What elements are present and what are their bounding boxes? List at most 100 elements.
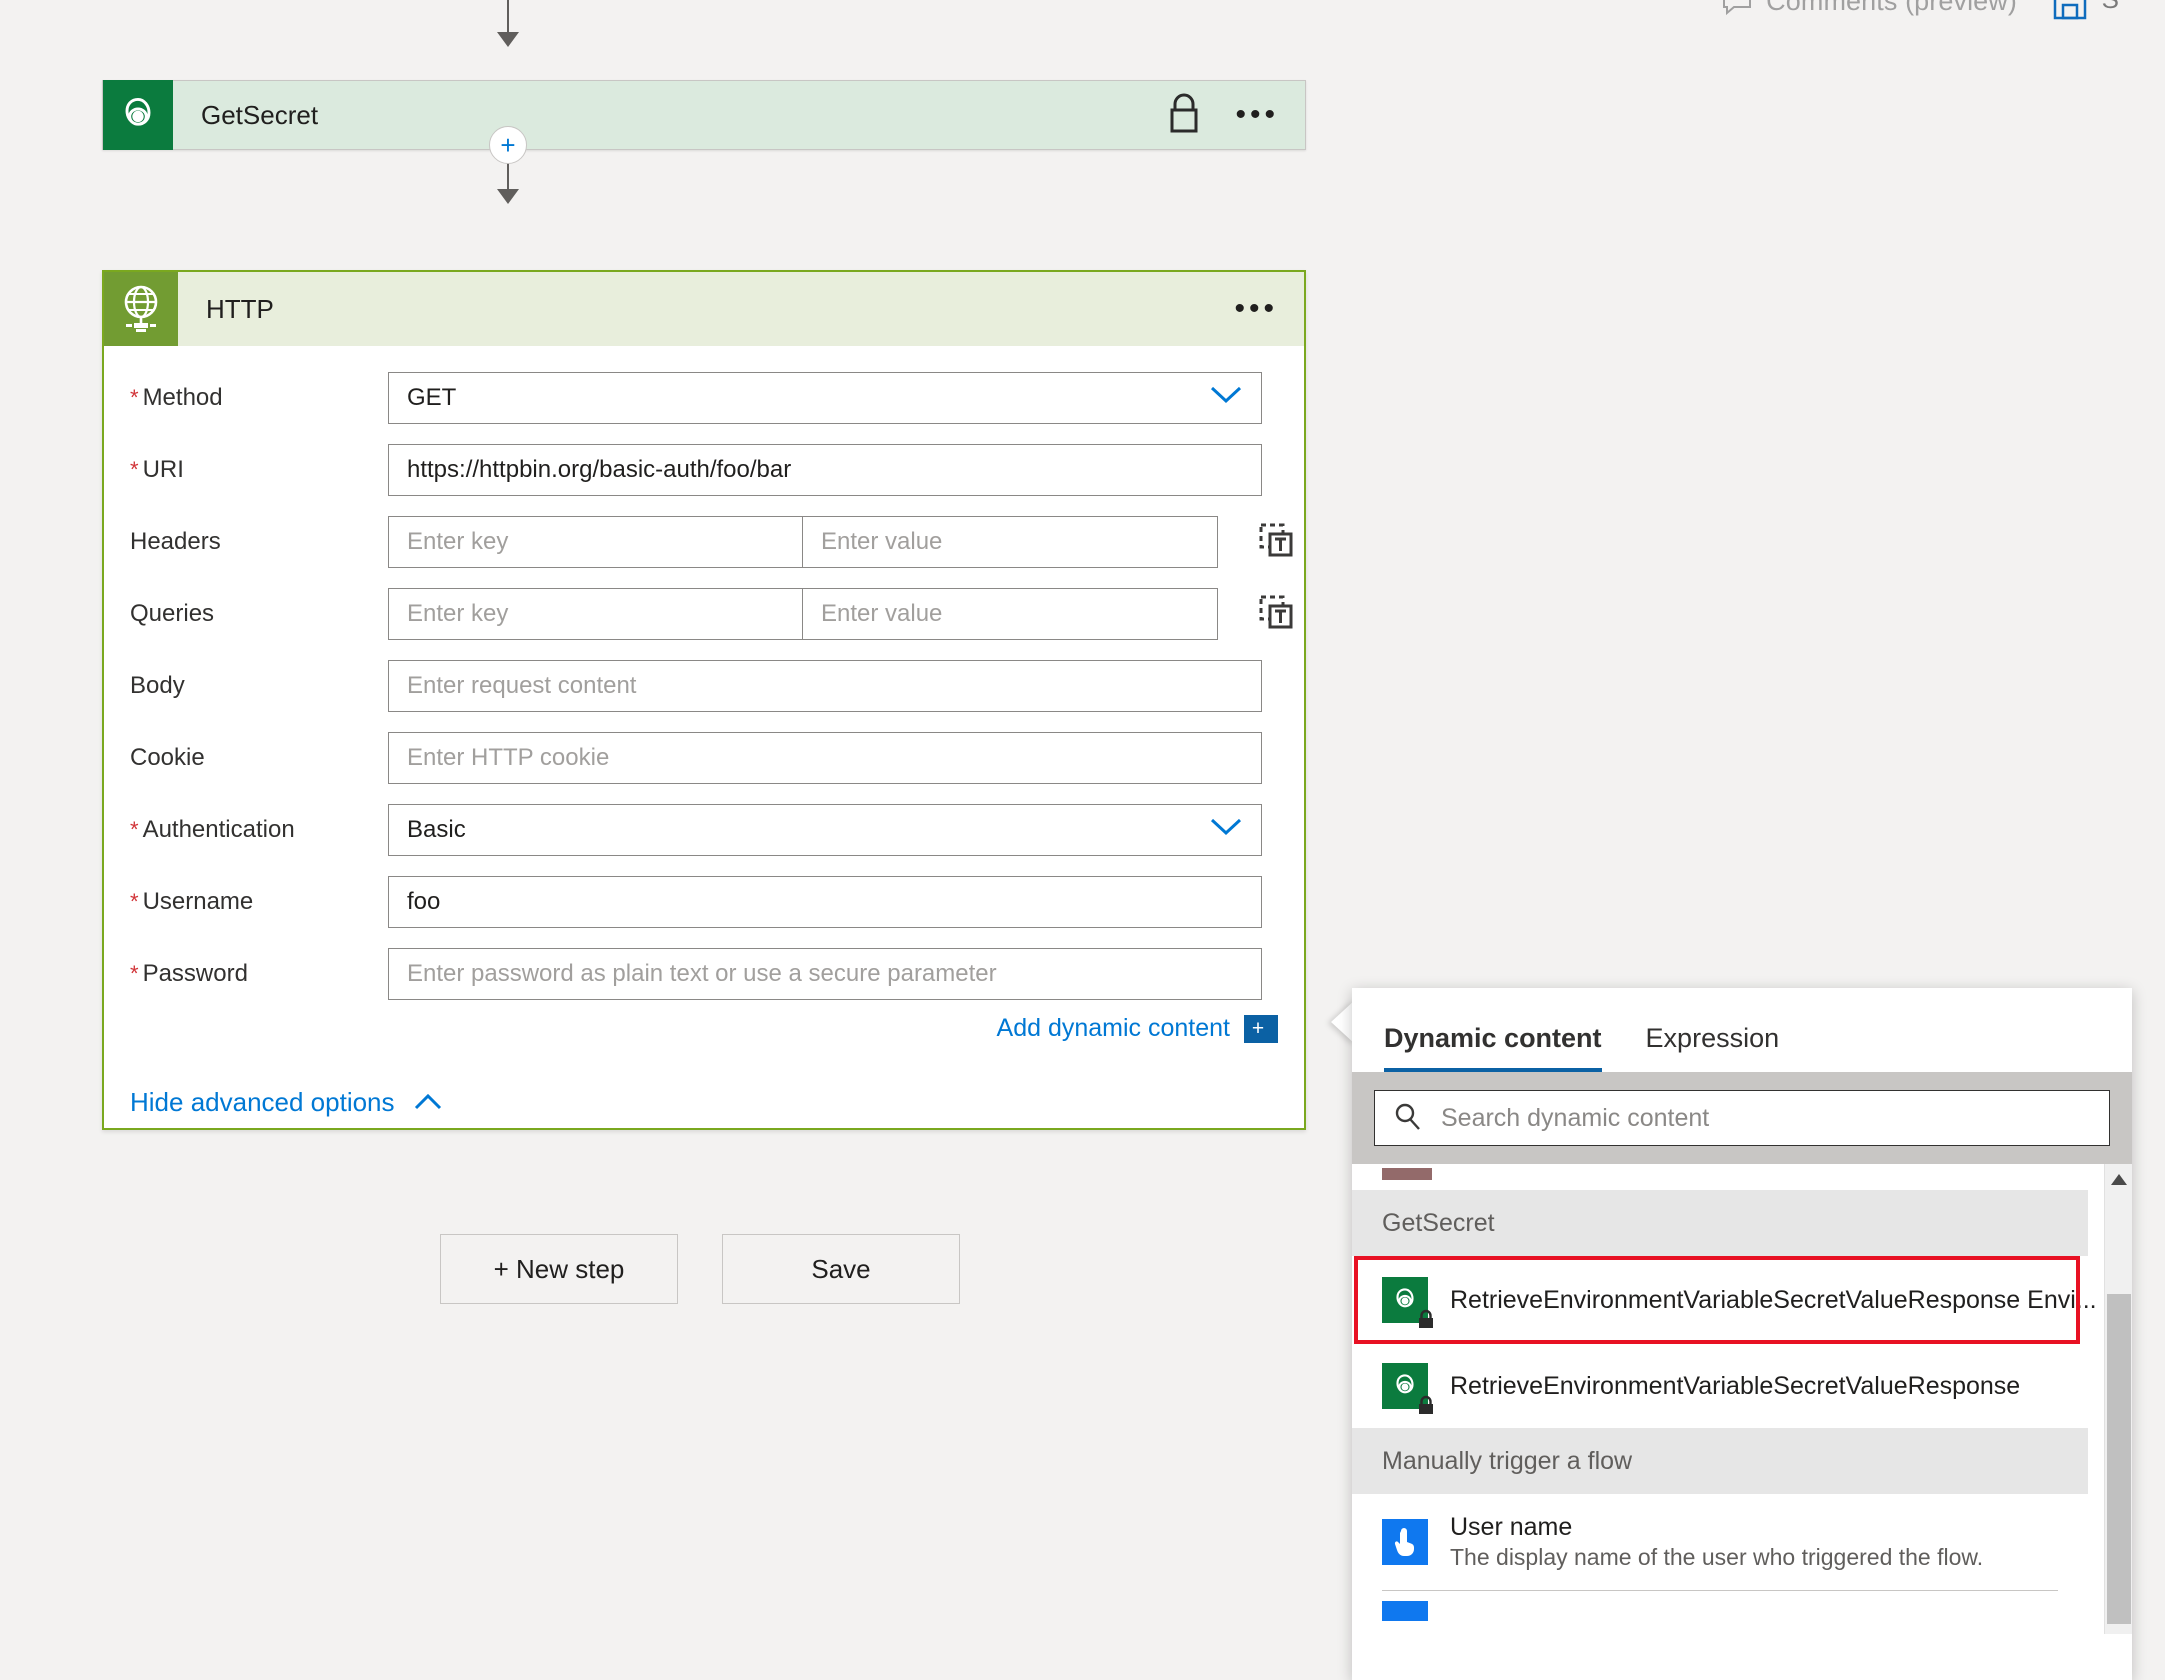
dataverse-secure-icon xyxy=(1382,1277,1433,1328)
label-text: Cookie xyxy=(130,744,205,771)
method-select[interactable]: GET xyxy=(388,372,1262,424)
flow-canvas: GetSecret ••• + HTTP ••• * Method GET * … xyxy=(0,0,1340,1680)
list-item[interactable]: RetrieveEnvironmentVariableSecretValueRe… xyxy=(1352,1256,2097,1344)
list-item[interactable]: User name The display name of the user w… xyxy=(1352,1494,2088,1590)
dynamic-content-groups: GetSecret RetrieveEnvironmentVariableSec… xyxy=(1352,1190,2097,1631)
chevron-down-icon xyxy=(1209,817,1243,843)
required-asterisk: * xyxy=(130,385,139,410)
step-title-getsecret: GetSecret xyxy=(201,99,319,130)
queries-key-input[interactable]: Enter key xyxy=(388,588,803,640)
username-input[interactable]: foo xyxy=(388,876,1262,928)
headers-value-input[interactable]: Enter value xyxy=(803,516,1218,568)
panel-tabs: Dynamic content Expression xyxy=(1352,988,2132,1072)
switch-to-text-mode-icon[interactable] xyxy=(1258,594,1294,635)
partial-scrolled-item xyxy=(1382,1168,1432,1180)
label-cookie: Cookie xyxy=(130,744,388,772)
comments-label: Comments (preview) xyxy=(1766,0,2017,16)
group-header-manual-trigger: Manually trigger a flow xyxy=(1352,1428,2088,1494)
tab-expression[interactable]: Expression xyxy=(1646,1023,1780,1072)
save-disk-icon[interactable] xyxy=(2053,0,2087,25)
method-value: GET xyxy=(407,384,457,411)
label-text: Username xyxy=(142,888,254,915)
form-row-password: * Password Enter password as plain text … xyxy=(104,948,1304,1000)
http-form: * Method GET * URI https://httpbin.org/b… xyxy=(104,346,1304,1118)
advanced-toggle-label: Hide advanced options xyxy=(130,1087,395,1117)
form-row-authentication: * Authentication Basic xyxy=(104,804,1304,856)
search-dynamic-content-input[interactable]: Search dynamic content xyxy=(1374,1090,2110,1146)
scroll-up-arrow-icon[interactable] xyxy=(2111,1174,2127,1185)
add-dynamic-content-plus-button[interactable]: + xyxy=(1244,1014,1278,1043)
step-actions-http: ••• xyxy=(1234,294,1304,324)
authentication-select[interactable]: Basic xyxy=(388,804,1262,856)
form-row-cookie: Cookie Enter HTTP cookie xyxy=(104,732,1304,784)
flow-step-getsecret[interactable]: GetSecret ••• xyxy=(102,80,1306,150)
label-username: * Username xyxy=(130,888,388,916)
hide-advanced-options-toggle[interactable]: Hide advanced options xyxy=(104,1087,1304,1118)
label-queries: Queries xyxy=(130,600,388,628)
dataverse-icon xyxy=(103,80,173,150)
new-step-button[interactable]: + New step xyxy=(440,1234,678,1304)
list-scrollbar[interactable] xyxy=(2104,1164,2132,1634)
dynamic-content-panel: Dynamic content Expression Search dynami… xyxy=(1352,988,2132,1680)
search-container: Search dynamic content xyxy=(1352,1072,2132,1164)
lock-icon xyxy=(1416,1395,1436,1415)
label-method: * Method xyxy=(130,384,388,412)
manual-trigger-icon xyxy=(1382,1519,1428,1565)
label-headers: Headers xyxy=(130,528,388,556)
form-row-username: * Username foo xyxy=(104,876,1304,928)
label-text: URI xyxy=(142,456,184,483)
required-asterisk: * xyxy=(130,457,139,482)
label-authentication: * Authentication xyxy=(130,816,388,844)
search-placeholder: Search dynamic content xyxy=(1441,1103,1710,1132)
ellipsis-icon[interactable]: ••• xyxy=(1234,294,1278,324)
queries-keyvalue: Enter key Enter value xyxy=(388,588,1218,640)
insert-step-button[interactable]: + xyxy=(489,126,527,164)
authentication-value: Basic xyxy=(407,816,466,843)
lock-icon xyxy=(1416,1309,1436,1329)
save-button[interactable]: Save xyxy=(722,1234,960,1304)
http-step-header: HTTP ••• xyxy=(104,272,1304,346)
lock-icon[interactable] xyxy=(1167,92,1201,139)
dynamic-content-list: GetSecret RetrieveEnvironmentVariableSec… xyxy=(1352,1164,2132,1634)
label-text: Authentication xyxy=(142,816,295,843)
step-actions-getsecret: ••• xyxy=(1167,92,1305,139)
label-text: Queries xyxy=(130,600,215,627)
list-item-labels: RetrieveEnvironmentVariableSecretValueRe… xyxy=(1450,1286,2097,1315)
required-asterisk: * xyxy=(130,889,139,914)
flow-step-http[interactable]: HTTP ••• * Method GET * URI https://http… xyxy=(102,270,1306,1130)
form-row-queries: Queries Enter key Enter value xyxy=(104,588,1304,640)
label-text: Password xyxy=(142,960,248,987)
cookie-input[interactable]: Enter HTTP cookie xyxy=(388,732,1262,784)
add-dynamic-content-link[interactable]: Add dynamic content xyxy=(997,1014,1230,1043)
password-input[interactable]: Enter password as plain text or use a se… xyxy=(388,948,1262,1000)
label-uri: * URI xyxy=(130,456,388,484)
list-item-title: RetrieveEnvironmentVariableSecretValueRe… xyxy=(1450,1285,2097,1314)
uri-input[interactable]: https://httpbin.org/basic-auth/foo/bar xyxy=(388,444,1262,496)
overflow-edge-glyph: S xyxy=(2102,0,2119,15)
group-header-getsecret: GetSecret xyxy=(1352,1190,2088,1256)
switch-to-text-mode-icon[interactable] xyxy=(1258,522,1294,563)
label-text: Body xyxy=(130,672,185,699)
list-item[interactable]: RetrieveEnvironmentVariableSecretValueRe… xyxy=(1352,1344,2088,1428)
tab-dynamic-content[interactable]: Dynamic content xyxy=(1384,1023,1602,1072)
headers-key-input[interactable]: Enter key xyxy=(388,516,803,568)
label-text: Headers xyxy=(130,528,221,555)
comments-button[interactable]: Comments (preview) xyxy=(1722,0,2017,17)
step-title-http: HTTP xyxy=(206,293,274,324)
required-asterisk: * xyxy=(130,817,139,842)
ellipsis-icon[interactable]: ••• xyxy=(1235,100,1279,130)
add-dynamic-content-row: Add dynamic content + xyxy=(104,1014,1304,1043)
globe-network-icon xyxy=(104,272,178,346)
search-icon xyxy=(1393,1101,1423,1136)
headers-keyvalue: Enter key Enter value xyxy=(388,516,1218,568)
manual-trigger-icon xyxy=(1382,1601,1428,1621)
chevron-down-icon xyxy=(1209,385,1243,411)
top-command-bar: Comments (preview) S xyxy=(0,0,2165,26)
list-item-title: User name xyxy=(1450,1513,1573,1541)
list-item[interactable] xyxy=(1352,1591,2088,1631)
scrollbar-thumb[interactable] xyxy=(2107,1294,2131,1624)
queries-value-input[interactable]: Enter value xyxy=(803,588,1218,640)
label-text: Method xyxy=(142,384,223,411)
connector-arrow-top xyxy=(497,32,519,47)
body-input[interactable]: Enter request content xyxy=(388,660,1262,712)
